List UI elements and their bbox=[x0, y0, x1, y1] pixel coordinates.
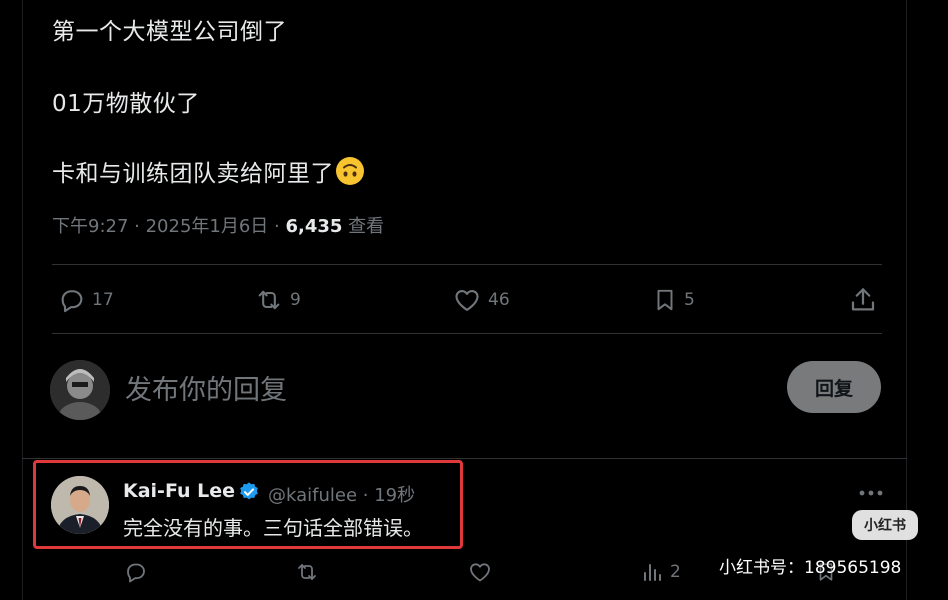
current-user-avatar[interactable] bbox=[50, 360, 110, 420]
like-count: 46 bbox=[488, 290, 510, 310]
tweet-text-line-3: 卡和与训练团队卖给阿里了 bbox=[52, 154, 364, 188]
more-options-icon[interactable] bbox=[858, 488, 884, 498]
reply-action-button[interactable]: 17 bbox=[58, 286, 114, 314]
tweet-text-line-1: 第一个大模型公司倒了 bbox=[52, 19, 287, 45]
tweet-views-count: 6,435 bbox=[285, 216, 343, 237]
retweet-icon bbox=[298, 564, 316, 580]
tweet-views-label: 查看 bbox=[342, 216, 385, 237]
reply-compose-input[interactable]: 发布你的回复 bbox=[125, 368, 287, 407]
timeline-border-left bbox=[22, 0, 23, 600]
upside-down-face-emoji-icon bbox=[336, 157, 364, 185]
xiaohongshu-logo: 小红书 bbox=[852, 510, 918, 540]
bookmark-count: 5 bbox=[684, 290, 695, 310]
tweet-meta: 下午9:27 · 2025年1月6日 · 6,435 查看 bbox=[52, 212, 384, 238]
divider-actions bbox=[52, 333, 882, 334]
reply-icon bbox=[127, 563, 145, 583]
divider-compose bbox=[22, 458, 907, 459]
reply-retweet-button[interactable] bbox=[294, 560, 320, 584]
bookmark-action-button[interactable]: 5 bbox=[652, 286, 695, 314]
retweet-action-button[interactable]: 9 bbox=[254, 286, 301, 314]
tweet-timestamp: 下午9:27 · 2025年1月6日 · bbox=[52, 216, 286, 237]
xiaohongshu-id-watermark: 小红书号：189565198 bbox=[719, 558, 902, 578]
retweet-count: 9 bbox=[290, 290, 301, 310]
retweet-icon bbox=[258, 290, 280, 310]
highlight-annotation-box bbox=[33, 460, 463, 549]
reply-reply-button[interactable] bbox=[124, 560, 148, 584]
reply-count: 17 bbox=[92, 290, 114, 310]
tweet-text-line-2: 01万物散伙了 bbox=[52, 91, 200, 117]
like-action-button[interactable]: 46 bbox=[452, 286, 510, 314]
bookmark-icon bbox=[657, 289, 673, 311]
reply-like-button[interactable] bbox=[467, 560, 493, 584]
analytics-icon bbox=[644, 564, 661, 581]
reply-views-button[interactable]: 2 bbox=[640, 560, 681, 584]
share-icon bbox=[851, 288, 875, 311]
reply-icon bbox=[61, 290, 83, 313]
share-action-button[interactable] bbox=[848, 285, 878, 315]
heart-icon bbox=[470, 563, 490, 582]
tweet-detail-screen: 第一个大模型公司倒了 01万物散伙了 卡和与训练团队卖给阿里了 下午9:27 ·… bbox=[0, 0, 948, 600]
reply-views-count: 2 bbox=[670, 562, 681, 582]
tweet-text-line-3-text: 卡和与训练团队卖给阿里了 bbox=[52, 161, 334, 187]
reply-submit-button[interactable]: 回复 bbox=[787, 361, 881, 413]
heart-icon bbox=[455, 289, 479, 311]
divider-top bbox=[52, 264, 882, 265]
